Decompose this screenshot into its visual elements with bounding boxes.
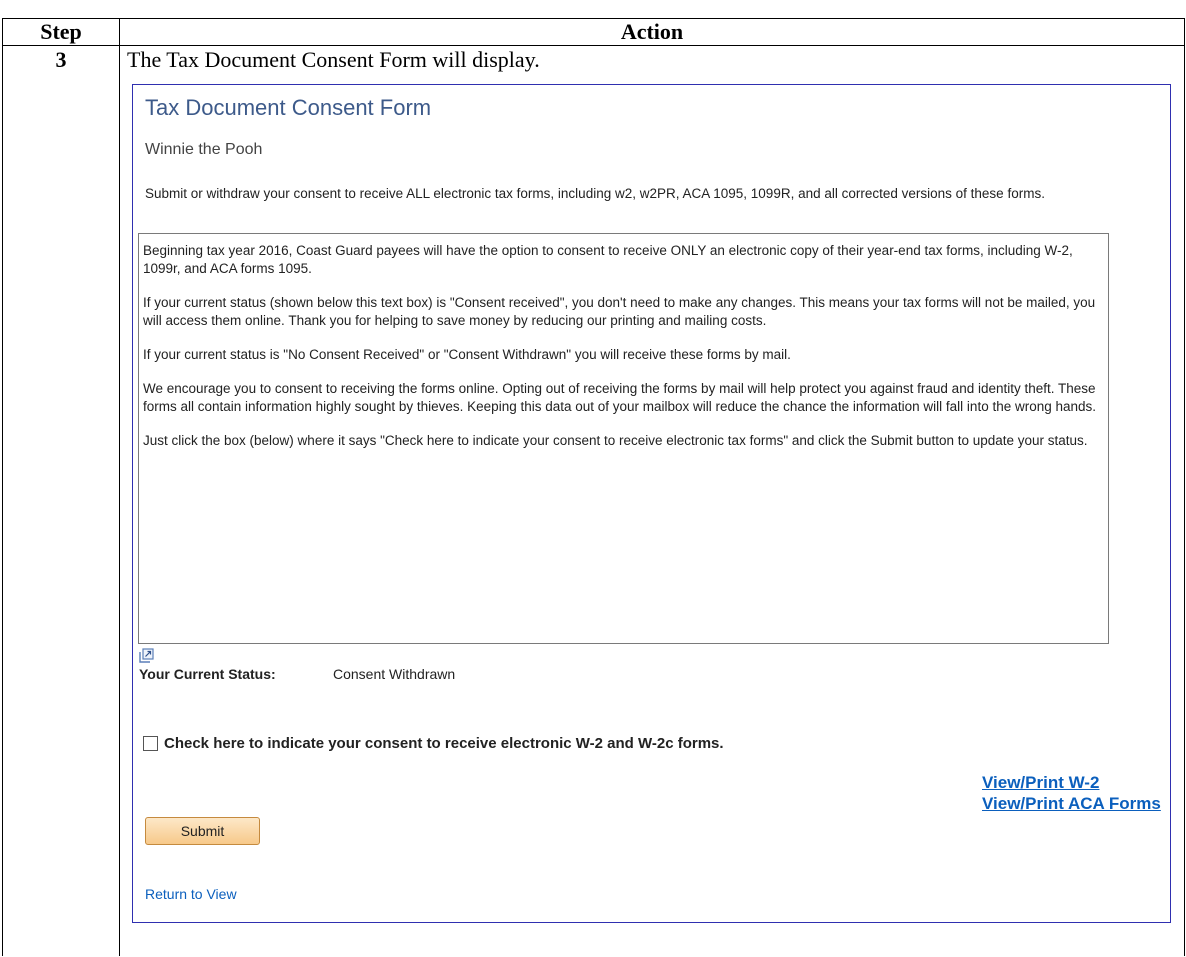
info-paragraph: If your current status is "No Consent Re… <box>143 347 791 362</box>
view-print-w2-link[interactable]: View/Print W-2 <box>982 772 1167 793</box>
info-paragraph: We encourage you to consent to receiving… <box>143 381 1097 414</box>
consent-form-screenshot: Tax Document Consent Form Winnie the Poo… <box>132 84 1171 923</box>
action-description: The Tax Document Consent Form will displ… <box>127 47 540 72</box>
consent-checkbox-label[interactable]: Check here to indicate your consent to r… <box>164 735 724 752</box>
submit-button[interactable]: Submit <box>145 817 260 845</box>
info-paragraph: If your current status (shown below this… <box>143 295 1096 328</box>
step-number: 3 <box>55 47 67 72</box>
view-print-aca-link[interactable]: View/Print ACA Forms <box>982 793 1167 814</box>
current-status-label: Your Current Status: <box>139 666 276 682</box>
return-to-view-link[interactable]: Return to View <box>145 886 237 902</box>
expand-textbox-icon[interactable] <box>139 648 154 663</box>
consent-info-textbox[interactable]: Beginning tax year 2016, Coast Guard pay… <box>138 233 1109 644</box>
step-column-header: Step <box>2 18 120 46</box>
step-cell: 3 <box>2 45 120 956</box>
action-column-header: Action <box>119 18 1185 46</box>
current-status-value: Consent Withdrawn <box>333 666 456 682</box>
form-title: Tax Document Consent Form <box>145 95 432 120</box>
form-instructions: Submit or withdraw your consent to recei… <box>145 186 1045 201</box>
form-links: View/Print W-2 View/Print ACA Forms <box>982 772 1167 814</box>
consent-checkbox[interactable] <box>143 736 158 751</box>
info-paragraph: Just click the box (below) where it says… <box>143 433 1088 448</box>
employee-name: Winnie the Pooh <box>145 141 263 158</box>
consent-checkbox-row[interactable]: Check here to indicate your consent to r… <box>143 735 724 752</box>
info-paragraph: Beginning tax year 2016, Coast Guard pay… <box>143 243 1073 276</box>
